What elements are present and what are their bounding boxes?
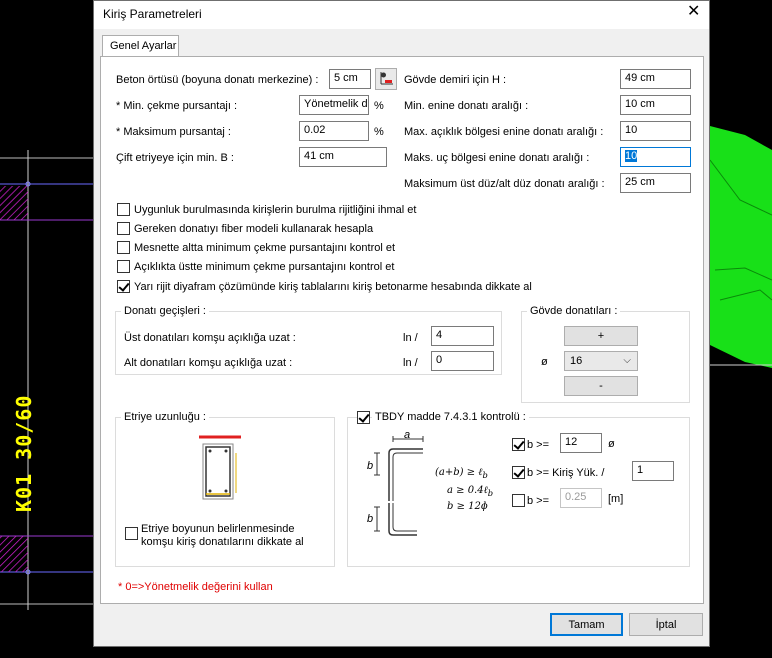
remove-govde-button[interactable]: - — [564, 376, 638, 396]
checkbox-aciklik-min-cekme-label: Açıklıkta üstte minimum çekme pursantajı… — [134, 261, 395, 273]
cancel-button[interactable]: İptal — [629, 613, 703, 636]
min-enine-label: Min. enine donatı aralığı : — [404, 100, 529, 112]
etriye-sketch-icon — [199, 435, 241, 500]
checkbox-burulma[interactable] — [117, 203, 130, 216]
maks-pursantaj-input[interactable]: 0.02 — [299, 121, 369, 141]
ust-donati-label: Üst donatıları komşu açıklığa uzat : — [124, 332, 296, 344]
tbdy-title: TBDY madde 7.4.3.1 kontrolü : — [372, 411, 529, 423]
footnote-text: * 0=>Yönetmelik değerini kullan — [118, 581, 273, 593]
min-cekme-unit: % — [374, 100, 384, 112]
checkbox-aciklik-min-cekme[interactable] — [117, 260, 130, 273]
formula-3: b ≥ 12ɸ — [447, 501, 488, 512]
b-kiris-yuk-input[interactable]: 1 — [632, 461, 674, 481]
alt-donati-label: Alt donatıları komşu açıklığa uzat : — [124, 357, 293, 369]
title-bar: Kiriş Parametreleri ✕ — [94, 1, 709, 29]
tab-genel-ayarlar[interactable]: Genel Ayarlar — [102, 35, 179, 57]
formula-1: (a+b) ≥ ℓb — [435, 467, 488, 480]
dialog-title: Kiriş Parametreleri — [103, 7, 202, 21]
etriye-checkbox-label-2: komşu kiriş donatılarını dikkate al — [141, 536, 304, 548]
checkbox-mesnet-min-cekme[interactable] — [117, 241, 130, 254]
govde-h-label: Gövde demiri için H : — [404, 74, 507, 86]
max-aciklik-label: Max. açıklık bölgesi enine donatı aralığ… — [404, 126, 604, 138]
alt-donati-unit: ln / — [403, 357, 418, 369]
alt-donati-input[interactable]: 0 — [431, 351, 494, 371]
chevron-down-icon: ⌵ — [623, 355, 631, 366]
checkbox-tbdy[interactable] — [357, 411, 370, 424]
phi-label: ø — [541, 356, 548, 368]
min-cekme-input[interactable]: Yönetmelik de — [299, 95, 369, 115]
beam-section-icon[interactable] — [375, 68, 397, 90]
beton-ortusu-input[interactable]: 5 cm — [329, 69, 371, 89]
beton-ortusu-label: Beton örtüsü (boyuna donatı merkezine) : — [116, 74, 319, 86]
checkbox-fiber-model[interactable] — [117, 222, 130, 235]
formula-2: a ≥ 0.4ℓb — [447, 485, 494, 498]
add-govde-button[interactable]: + — [564, 326, 638, 346]
b-meter-unit: [m] — [608, 493, 624, 505]
b-phi-unit: ø — [608, 438, 615, 450]
close-icon[interactable]: ✕ — [687, 4, 700, 20]
maks-ust-input[interactable]: 25 cm — [620, 173, 691, 193]
maks-pursantaj-label: * Maksimum pursantaj : — [116, 126, 231, 138]
min-enine-input[interactable]: 10 cm — [620, 95, 691, 115]
checkbox-b-phi[interactable] — [512, 438, 525, 451]
checkbox-yari-rijit-diyafram-label: Yarı rijit diyafram çözümünde kiriş tabl… — [134, 281, 532, 293]
cad-beam-label: K01 30/60 — [12, 394, 36, 512]
cift-etriye-input[interactable]: 41 cm — [299, 147, 387, 167]
min-cekme-label: * Min. çekme pursantajı : — [116, 100, 238, 112]
tab-page-genel-ayarlar: Beton örtüsü (boyuna donatı merkezine) :… — [100, 56, 704, 604]
sketch-label-b-top: b — [367, 460, 374, 472]
etriye-title: Etriye uzunluğu : — [121, 411, 209, 423]
maks-uc-label: Maks. uç bölgesi enine donatı aralığı : — [404, 152, 590, 164]
maks-pursantaj-unit: % — [374, 126, 384, 138]
sketch-label-b-bottom: b — [367, 513, 374, 525]
cift-etriye-label: Çift etriyeye için min. B : — [116, 152, 234, 164]
sketch-label-a: a — [404, 429, 411, 441]
b-phi-label: b >= — [527, 439, 550, 451]
b-phi-input[interactable]: 12 — [560, 433, 602, 453]
checkbox-mesnet-min-cekme-label: Mesnette altta minimum çekme pursantajın… — [134, 242, 396, 254]
checkbox-b-meter[interactable] — [512, 494, 525, 507]
b-kiris-yuk-label: b >= Kiriş Yük. / — [527, 467, 605, 479]
ust-donati-input[interactable]: 4 — [431, 326, 494, 346]
ok-button[interactable]: Tamam — [550, 613, 623, 636]
maks-ust-label: Maksimum üst düz/alt düz donatı aralığı … — [404, 178, 605, 190]
govde-h-input[interactable]: 49 cm — [620, 69, 691, 89]
ust-donati-unit: ln / — [403, 332, 418, 344]
checkbox-b-kiris-yuk[interactable] — [512, 466, 525, 479]
max-aciklik-input[interactable]: 10 — [620, 121, 691, 141]
b-meter-input[interactable]: 0.25 — [560, 488, 602, 508]
checkbox-yari-rijit-diyafram[interactable] — [117, 280, 130, 293]
govde-diameter-select[interactable]: 16 ⌵ — [564, 351, 638, 371]
govde-diameter-value: 16 — [570, 355, 583, 367]
checkbox-etriye-komsu[interactable] — [125, 527, 138, 540]
etriye-checkbox-label-1: Etriye boyunun belirlenmesinde — [141, 523, 295, 535]
kiris-parametreleri-dialog: Kiriş Parametreleri ✕ Genel Ayarlar Beto… — [93, 0, 710, 647]
checkbox-burulma-label: Uygunluk burulmasında kirişlerin burulma… — [134, 204, 417, 216]
checkbox-fiber-model-label: Gereken donatıyı fiber modeli kullanarak… — [134, 223, 374, 235]
b-meter-label: b >= — [527, 495, 550, 507]
govde-donatilari-title: Gövde donatıları : — [527, 305, 621, 317]
maks-uc-input[interactable]: 10 — [620, 147, 691, 167]
donati-gecisleri-title: Donatı geçişleri : — [121, 305, 209, 317]
maks-uc-selected-text: 10 — [625, 150, 638, 162]
